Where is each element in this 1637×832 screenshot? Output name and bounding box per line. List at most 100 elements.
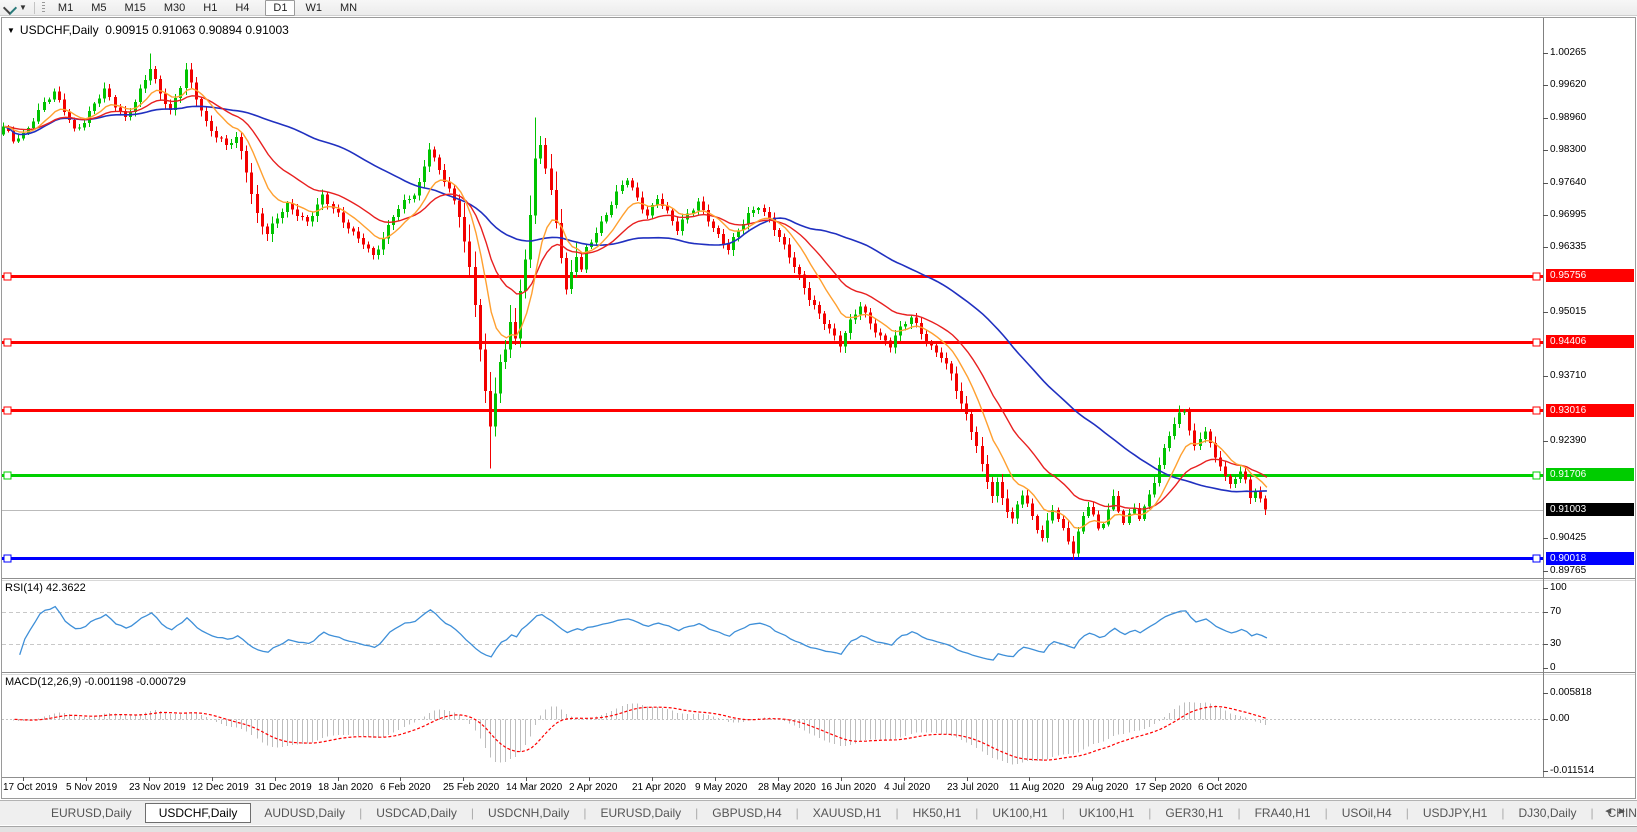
hline-handle-left — [4, 407, 11, 414]
hline-handle-right — [1533, 339, 1540, 346]
chevron-down-icon[interactable]: ▼ — [19, 3, 27, 12]
toolbar-separator — [34, 2, 35, 14]
price-tick-0.92390: 0.92390 — [1550, 435, 1586, 446]
collapse-triangle-icon[interactable]: ▼ — [7, 26, 15, 35]
date-label-28-may-2020: 28 May 2020 — [758, 782, 816, 793]
chart-tab-hk50-h1[interactable]: HK50,H1 — [900, 803, 975, 823]
price-tick-0.98960: 0.98960 — [1550, 112, 1586, 123]
chart-tab-usoil-h4[interactable]: USOil,H4 — [1329, 803, 1405, 823]
price-tick-0.89765: 0.89765 — [1550, 565, 1586, 576]
price-tick-0.96995: 0.96995 — [1550, 209, 1586, 220]
hline-handle-right — [1533, 407, 1540, 414]
timeframe-button-w1[interactable]: W1 — [297, 0, 330, 16]
date-label-17-sep-2020: 17 Sep 2020 — [1135, 782, 1192, 793]
scroll-left-icon: ◄ — [1603, 806, 1617, 817]
date-label-6-oct-2020: 6 Oct 2020 — [1198, 782, 1247, 793]
price-tick-0.96335: 0.96335 — [1550, 241, 1586, 252]
tab-scroll-arrows[interactable]: ◄► — [1603, 806, 1631, 817]
date-label-6-feb-2020: 6 Feb 2020 — [380, 782, 431, 793]
price-tick-0.95015: 0.95015 — [1550, 306, 1586, 317]
price-tick-0.98300: 0.98300 — [1550, 144, 1586, 155]
date-label-31-dec-2019: 31 Dec 2019 — [255, 782, 312, 793]
price-badge-0.95756: 0.95756 — [1546, 269, 1634, 282]
price-tick-0.97640: 0.97640 — [1550, 177, 1586, 188]
timeframe-button-mn[interactable]: MN — [332, 0, 365, 16]
timeframe-button-m30[interactable]: M30 — [156, 0, 193, 16]
price-tick-1.00265: 1.00265 — [1550, 47, 1586, 58]
timeframe-toolbar: ▼ M1M5M15M30H1H4 D1W1MN — [0, 0, 1637, 16]
cursor-tool-icon[interactable] — [4, 2, 16, 13]
hline-handle-left — [4, 339, 11, 346]
chart-tab-uk100-h1[interactable]: UK100,H1 — [1066, 803, 1147, 823]
date-label-18-jan-2020: 18 Jan 2020 — [318, 782, 373, 793]
price-tick-0.90425: 0.90425 — [1550, 532, 1586, 543]
toolbar-grip[interactable] — [42, 2, 45, 13]
date-label-11-aug-2020: 11 Aug 2020 — [1009, 782, 1064, 793]
chart-tab-dj30-daily[interactable]: DJ30,Daily — [1505, 803, 1589, 823]
macd-label: MACD(12,26,9) -0.001198 -0.000729 — [5, 676, 186, 688]
chart-tab-usdcad-daily[interactable]: USDCAD,Daily — [363, 803, 470, 823]
price-badge-0.93016: 0.93016 — [1546, 404, 1634, 417]
timeframe-buttons: M1M5M15M30H1H4 D1W1MN — [49, 2, 366, 14]
timeframe-button-h1[interactable]: H1 — [195, 0, 225, 16]
date-label-4-jul-2020: 4 Jul 2020 — [884, 782, 930, 793]
chart-symbol: USDCHF,Daily — [20, 23, 99, 37]
price-badge-0.91706: 0.91706 — [1546, 468, 1634, 481]
chart-window: ▼ USDCHF,Daily 0.90915 0.91063 0.90894 0.… — [0, 17, 1637, 799]
rsi-tick-70: 70 — [1550, 606, 1561, 617]
rsi-label: RSI(14) 42.3622 — [5, 582, 86, 594]
hline-handle-right — [1533, 555, 1540, 562]
date-label-25-feb-2020: 25 Feb 2020 — [443, 782, 499, 793]
chart-tab-usdjpy-h1[interactable]: USDJPY,H1 — [1410, 803, 1500, 823]
macd-tick-0.00: 0.00 — [1550, 713, 1569, 724]
price-badge-0.90018: 0.90018 — [1546, 552, 1634, 565]
date-label-23-jul-2020: 23 Jul 2020 — [947, 782, 999, 793]
timeframe-button-m1[interactable]: M1 — [50, 0, 81, 16]
chart-tab-eurusd-daily[interactable]: EURUSD,Daily — [587, 803, 694, 823]
date-label-29-aug-2020: 29 Aug 2020 — [1072, 782, 1128, 793]
date-label-5-nov-2019: 5 Nov 2019 — [66, 782, 117, 793]
hline-handle-left — [4, 555, 11, 562]
chart-tab-audusd-daily[interactable]: AUDUSD,Daily — [251, 803, 358, 823]
chart-tab-uk100-h1[interactable]: UK100,H1 — [979, 803, 1060, 823]
hline-handle-left — [4, 273, 11, 280]
date-label-12-dec-2019: 12 Dec 2019 — [192, 782, 249, 793]
chart-title: ▼ USDCHF,Daily 0.90915 0.91063 0.90894 0.… — [7, 23, 289, 37]
chart-ohlc-values: 0.90915 0.91063 0.90894 0.91003 — [105, 23, 289, 37]
status-strip — [0, 826, 1637, 832]
price-chart-canvas[interactable] — [0, 17, 1637, 800]
chart-tab-usdchf-daily[interactable]: USDCHF,Daily — [145, 803, 252, 823]
date-label-21-apr-2020: 21 Apr 2020 — [632, 782, 686, 793]
mt4-terminal: ▼ M1M5M15M30H1H4 D1W1MN ▼ USDCHF,Daily 0.9… — [0, 0, 1637, 832]
chart-tab-ger30-h1[interactable]: GER30,H1 — [1152, 803, 1236, 823]
scroll-right-icon: ► — [1617, 806, 1631, 817]
date-label-23-nov-2019: 23 Nov 2019 — [129, 782, 186, 793]
price-tick-0.99620: 0.99620 — [1550, 79, 1586, 90]
date-label-16-jun-2020: 16 Jun 2020 — [821, 782, 876, 793]
timeframe-button-m5[interactable]: M5 — [83, 0, 114, 16]
date-label-17-oct-2019: 17 Oct 2019 — [3, 782, 57, 793]
price-badge-0.94406: 0.94406 — [1546, 335, 1634, 348]
rsi-tick-0: 0 — [1550, 662, 1556, 673]
hline-handle-right — [1533, 273, 1540, 280]
hline-handle-right — [1533, 472, 1540, 479]
chart-tab-xauusd-h1[interactable]: XAUUSD,H1 — [800, 803, 895, 823]
macd-tick-0.005818: 0.005818 — [1550, 687, 1592, 698]
chart-tabs-bar: EURUSD,DailyUSDCHF,DailyAUDUSD,Daily|USD… — [0, 800, 1637, 825]
date-label-14-mar-2020: 14 Mar 2020 — [506, 782, 562, 793]
timeframe-button-d1[interactable]: D1 — [265, 0, 295, 16]
rsi-tick-100: 100 — [1550, 582, 1567, 593]
date-label-2-apr-2020: 2 Apr 2020 — [569, 782, 617, 793]
rsi-tick-30: 30 — [1550, 638, 1561, 649]
price-badge-0.91003: 0.91003 — [1546, 503, 1634, 516]
price-tick-0.93710: 0.93710 — [1550, 370, 1586, 381]
chart-tab-usdcnh-daily[interactable]: USDCNH,Daily — [475, 803, 582, 823]
chart-tab-fra40-h1[interactable]: FRA40,H1 — [1242, 803, 1324, 823]
timeframe-button-h4[interactable]: H4 — [227, 0, 257, 16]
macd-tick--0.011514: -0.011514 — [1550, 765, 1594, 776]
hline-handle-left — [4, 472, 11, 479]
date-label-9-may-2020: 9 May 2020 — [695, 782, 747, 793]
chart-tab-gbpusd-h4[interactable]: GBPUSD,H4 — [699, 803, 794, 823]
timeframe-button-m15[interactable]: M15 — [116, 0, 153, 16]
chart-tab-eurusd-daily[interactable]: EURUSD,Daily — [38, 803, 145, 823]
